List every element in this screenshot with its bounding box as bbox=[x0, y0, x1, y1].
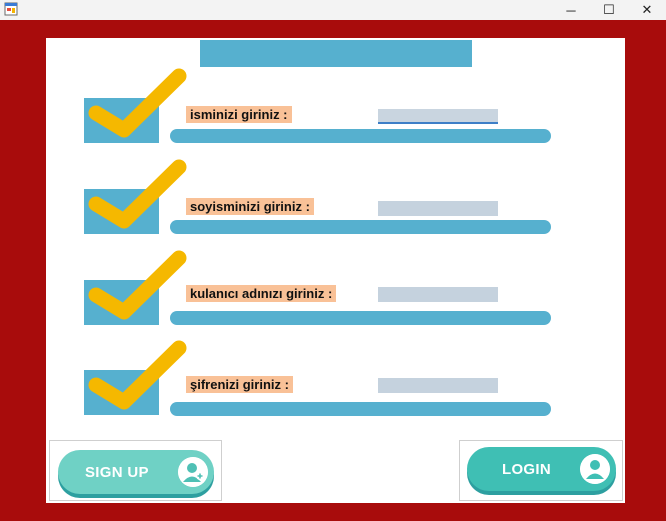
minimize-button[interactable]: ─ bbox=[552, 0, 590, 20]
user-icon bbox=[580, 454, 610, 484]
close-icon: ✕ bbox=[641, 2, 653, 17]
close-button[interactable]: ✕ bbox=[628, 0, 666, 20]
signup-button[interactable]: SIGN UP bbox=[58, 450, 214, 494]
app-form-icon bbox=[4, 2, 18, 16]
surname-label: soyisminizi giriniz : bbox=[186, 198, 314, 215]
form-row-username: kulanıcı adınızı giriniz : bbox=[0, 250, 666, 340]
login-button-label: LOGIN bbox=[502, 460, 551, 478]
header-tab bbox=[200, 40, 472, 67]
surname-underline-bar bbox=[170, 220, 551, 234]
form-row-password: şifrenizi giriniz : bbox=[0, 340, 666, 430]
signup-button-frame: SIGN UP bbox=[49, 440, 222, 501]
name-field[interactable] bbox=[378, 109, 498, 124]
username-field[interactable] bbox=[378, 287, 498, 302]
minimize-icon: ─ bbox=[566, 2, 576, 18]
login-button[interactable]: LOGIN bbox=[467, 447, 616, 491]
username-underline-bar bbox=[170, 311, 551, 325]
maximize-button[interactable]: ☐ bbox=[590, 0, 628, 20]
login-button-frame: LOGIN bbox=[459, 440, 623, 501]
form-row-surname: soyisminizi giriniz : bbox=[0, 159, 666, 249]
password-underline-bar bbox=[170, 402, 551, 416]
name-label: isminizi giriniz : bbox=[186, 106, 292, 123]
username-label: kulanıcı adınızı giriniz : bbox=[186, 285, 337, 302]
name-underline-bar bbox=[170, 129, 551, 143]
password-label: şifrenizi giriniz : bbox=[186, 376, 293, 393]
add-user-icon bbox=[178, 457, 208, 487]
surname-field[interactable] bbox=[378, 201, 498, 216]
password-field[interactable] bbox=[378, 378, 498, 393]
signup-button-label: SIGN UP bbox=[85, 463, 149, 481]
maximize-icon: ☐ bbox=[603, 2, 615, 17]
form-row-name: isminizi giriniz : bbox=[0, 68, 666, 158]
title-bar: ─ ☐ ✕ bbox=[0, 0, 666, 20]
